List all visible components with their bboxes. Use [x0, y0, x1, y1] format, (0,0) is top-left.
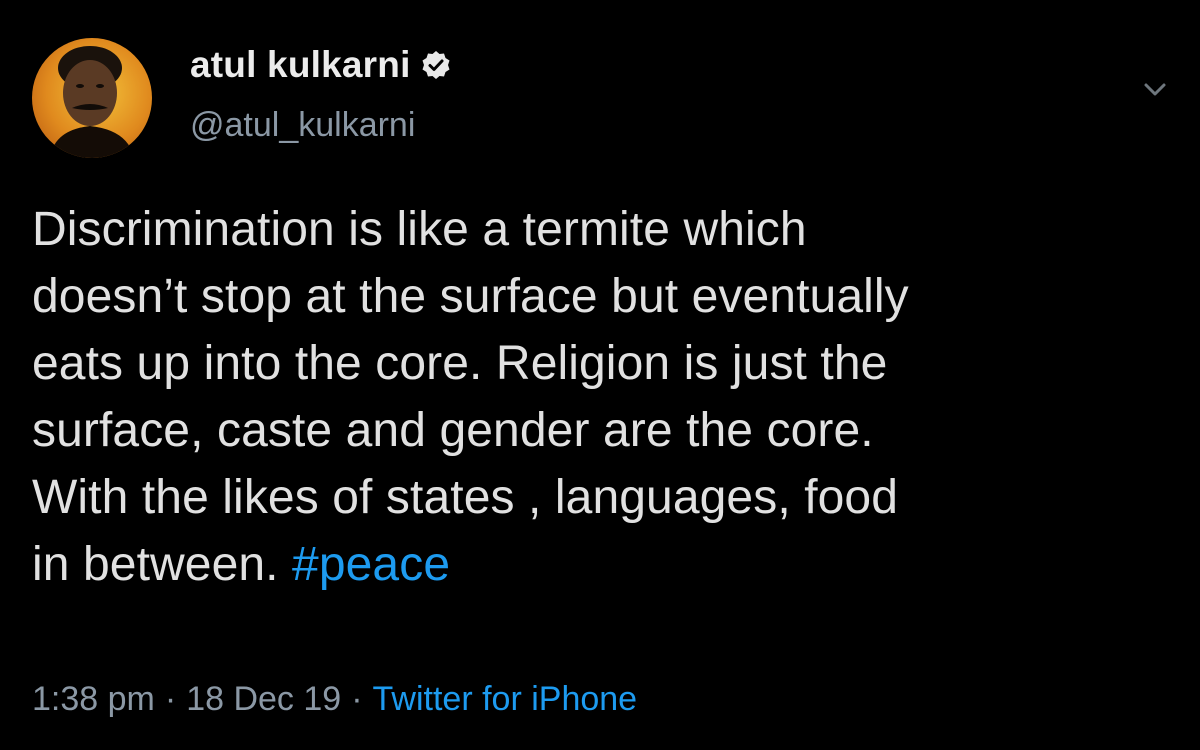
meta-separator: · — [164, 680, 177, 718]
tweet-text-line: Discrimination is like a termite which — [32, 203, 807, 256]
chevron-down-icon[interactable] — [1142, 76, 1168, 102]
tweet-metadata: 1:38 pm · 18 Dec 19 · Twitter for iPhone — [32, 680, 637, 719]
tweet-text-last-line: in between. #peace — [32, 531, 1172, 598]
tweet-text-line: With the likes of states , languages, fo… — [32, 471, 899, 524]
avatar[interactable] — [32, 38, 152, 158]
tweet-text-line: surface, caste and gender are the core. — [32, 404, 874, 457]
tweet-time[interactable]: 1:38 pm — [32, 680, 155, 718]
avatar-photo — [50, 46, 134, 158]
tweet-text-line: doesn’t stop at the surface but eventual… — [32, 270, 909, 323]
tweet-text: Discrimination is like a termite which d… — [32, 196, 1172, 598]
hashtag-link[interactable]: #peace — [292, 538, 450, 591]
tweet-text-line: in between. — [32, 538, 293, 591]
user-handle[interactable]: @atul_kulkarni — [190, 106, 415, 145]
verified-badge-icon — [421, 50, 451, 80]
meta-separator: · — [351, 680, 363, 718]
tweet-date[interactable]: 18 Dec 19 — [186, 680, 341, 718]
tweet-text-line: eats up into the core. Religion is just … — [32, 337, 888, 390]
author-name-row: atul kulkarni — [190, 40, 451, 90]
tweet-card: atul kulkarni @atul_kulkarni Discriminat… — [0, 0, 1200, 750]
tweet-source-link[interactable]: Twitter for iPhone — [373, 680, 638, 718]
display-name[interactable]: atul kulkarni — [190, 44, 411, 86]
